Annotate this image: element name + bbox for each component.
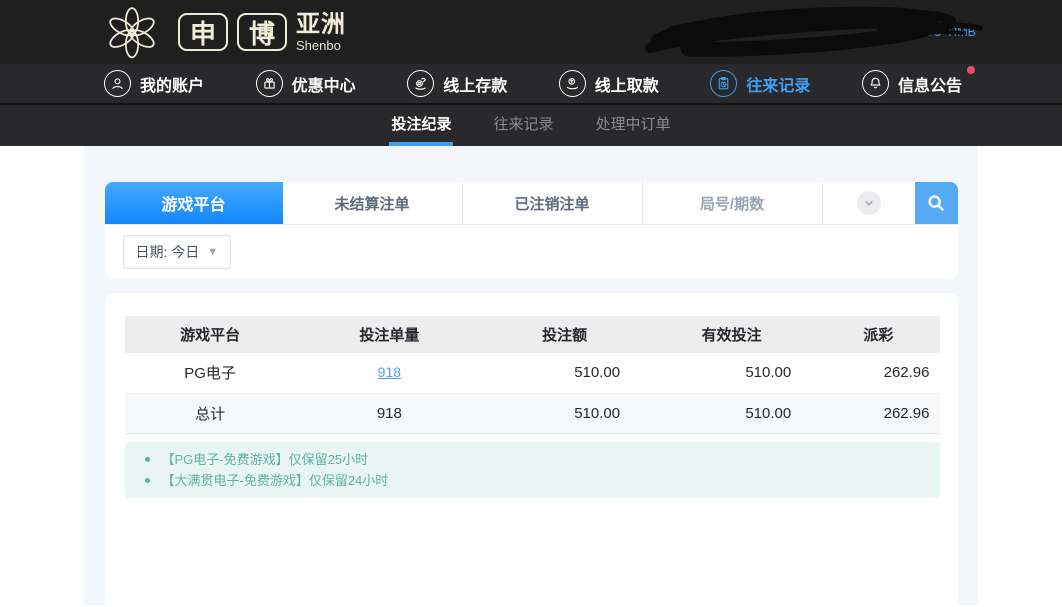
logo-char-bo: 博 — [237, 13, 287, 51]
subnav-tab-transaction-records[interactable]: 往来记录 — [491, 105, 555, 146]
search-icon — [925, 192, 947, 214]
caret-down-icon: ▼ — [207, 246, 218, 258]
logo-subtitle: Shenbo — [296, 39, 346, 52]
notice-text: 【PG电子-免费游戏】仅保留25小时 — [162, 449, 369, 470]
records-icon — [710, 70, 737, 97]
cell-total-bet-count: 918 — [296, 393, 483, 433]
cell-total-valid-bet: 510.00 — [646, 393, 817, 433]
deposit-icon — [407, 70, 434, 97]
cell-total-label: 总计 — [125, 393, 296, 433]
balance-currency: RMB — [948, 25, 976, 39]
cell-total-payout: 262.96 — [817, 393, 939, 433]
nav-item-promotions[interactable]: 优惠中心 — [256, 70, 356, 97]
col-header-valid-bet: 有效投注 — [646, 316, 817, 353]
logo-char-shen: 申 — [178, 13, 228, 51]
notice-item: 【大满贯电子-免费游戏】仅保留24小时 — [141, 470, 924, 491]
gift-icon — [256, 70, 283, 97]
col-header-bet-amount: 投注额 — [483, 316, 646, 353]
account-balance[interactable]: 0.50 RMB — [883, 0, 976, 64]
date-range-select[interactable]: 日期: 今日 ▼ — [123, 235, 232, 269]
top-header: 申 博 亚洲 Shenbo 0.50 RMB — [0, 0, 1062, 64]
sub-navigation: 投注纪录 往来记录 处理中订单 — [0, 105, 1062, 146]
user-icon — [104, 70, 131, 97]
nav-item-my-account[interactable]: 我的账户 — [104, 70, 204, 97]
nav-label: 信息公告 — [898, 72, 962, 96]
nav-item-withdraw[interactable]: 线上取款 — [559, 70, 659, 97]
balance-icon — [883, 21, 905, 43]
tab-unsettled-bets[interactable]: 未结算注单 — [283, 182, 463, 224]
col-header-payout: 派彩 — [817, 316, 939, 353]
bullet-icon — [145, 457, 150, 462]
tab-game-platform[interactable]: 游戏平台 — [105, 182, 283, 224]
brand-logo[interactable]: 申 博 亚洲 Shenbo — [95, 3, 346, 61]
table-row: PG电子 918 510.00 510.00 262.96 — [125, 353, 940, 393]
col-header-platform: 游戏平台 — [125, 316, 296, 353]
bet-summary-card: 游戏平台 投注单量 投注额 有效投注 派彩 PG电子 918 510.00 51 — [105, 293, 958, 605]
nav-label: 优惠中心 — [292, 72, 356, 96]
nav-item-deposit[interactable]: 线上存款 — [407, 70, 507, 97]
content-column: 游戏平台 未结算注单 已注销注单 局号/期数 日期: 今日 — [84, 146, 978, 605]
round-number-input[interactable]: 局号/期数 — [643, 182, 823, 224]
main-navigation: 我的账户 优惠中心 线上存款 线上取款 往来记录 信息公告 — [0, 64, 1062, 105]
search-button[interactable] — [915, 182, 958, 224]
tab-cancelled-bets[interactable]: 已注销注单 — [463, 182, 643, 224]
notice-box: 【PG电子-免费游戏】仅保留25小时 【大满贯电子-免费游戏】仅保留24小时 — [125, 442, 940, 498]
cell-valid-bet: 510.00 — [646, 353, 817, 393]
table-total-row: 总计 918 510.00 510.00 262.96 — [125, 393, 940, 433]
page-body: 游戏平台 未结算注单 已注销注单 局号/期数 日期: 今日 — [0, 146, 1062, 605]
nav-item-announcements[interactable]: 信息公告 — [862, 70, 962, 97]
nav-label: 往来记录 — [746, 72, 810, 96]
bullet-icon — [145, 478, 150, 483]
notification-dot — [967, 66, 975, 74]
notice-item: 【PG电子-免费游戏】仅保留25小时 — [141, 449, 924, 470]
logo-region-text: 亚洲 — [296, 13, 346, 37]
balance-amount: 0.50 — [911, 23, 942, 41]
cell-payout: 262.96 — [817, 353, 939, 393]
withdraw-icon — [559, 70, 586, 97]
bell-icon — [862, 70, 889, 97]
nav-label: 线上存款 — [443, 72, 507, 96]
bet-count-link[interactable]: 918 — [378, 364, 401, 380]
nav-label: 我的账户 — [140, 72, 204, 96]
cell-bet-count: 918 — [296, 353, 483, 393]
nav-label: 线上取款 — [595, 72, 659, 96]
cell-total-bet-amount: 510.00 — [483, 393, 646, 433]
date-select-label: 日期: 今日 — [136, 242, 200, 262]
notice-text: 【大满贯电子-免费游戏】仅保留24小时 — [162, 470, 389, 491]
col-header-bet-count: 投注单量 — [296, 316, 483, 353]
nav-item-transaction-records[interactable]: 往来记录 — [710, 70, 810, 97]
table-header-row: 游戏平台 投注单量 投注额 有效投注 派彩 — [125, 316, 940, 353]
subnav-tab-bet-records[interactable]: 投注纪录 — [389, 105, 453, 146]
filter-tab-bar: 游戏平台 未结算注单 已注销注单 局号/期数 — [105, 182, 958, 225]
cell-bet-amount: 510.00 — [483, 353, 646, 393]
expand-filters-button[interactable] — [823, 182, 915, 224]
cell-platform: PG电子 — [125, 353, 296, 393]
filter-row: 日期: 今日 ▼ — [105, 225, 958, 279]
flower-logo-icon — [95, 3, 169, 61]
subnav-tab-pending-orders[interactable]: 处理中订单 — [594, 105, 673, 146]
bet-summary-table: 游戏平台 投注单量 投注额 有效投注 派彩 PG电子 918 510.00 51 — [125, 316, 940, 434]
chevron-down-icon — [857, 191, 881, 215]
